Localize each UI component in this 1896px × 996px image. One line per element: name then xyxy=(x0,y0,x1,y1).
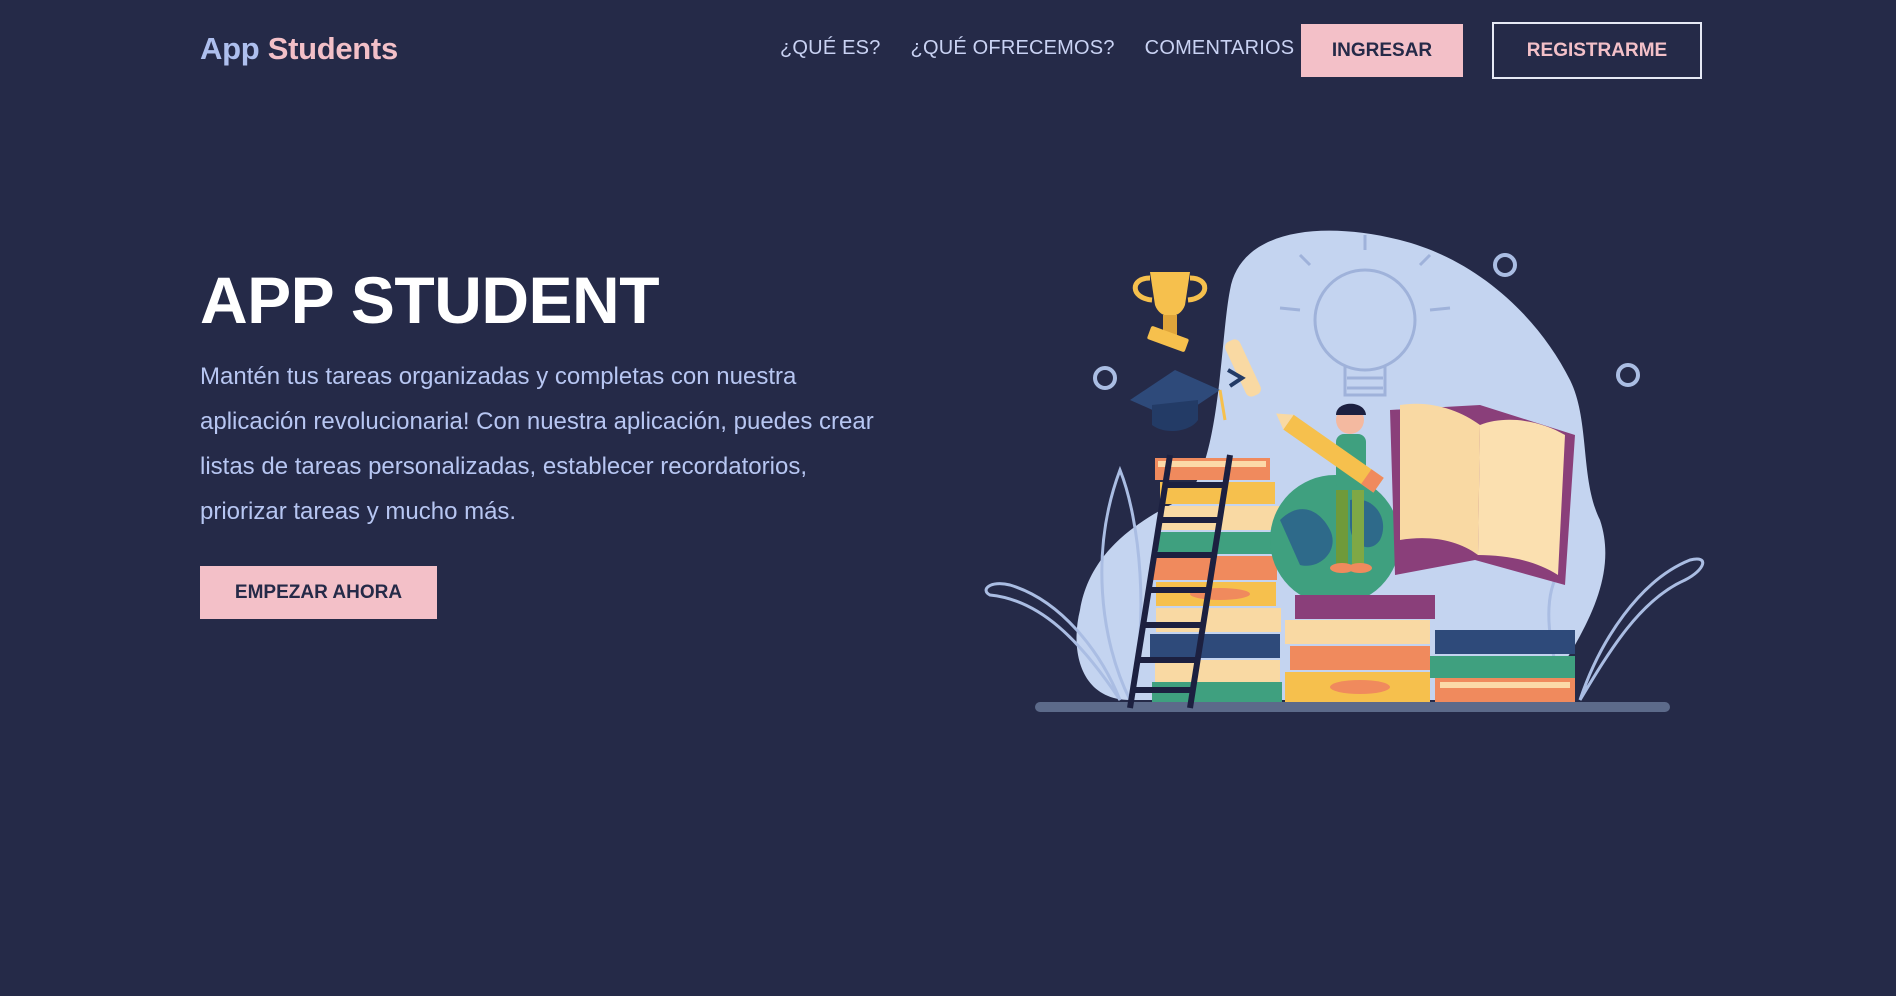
start-now-button[interactable]: EMPEZAR AHORA xyxy=(200,566,437,619)
nav-link-comentarios[interactable]: COMENTARIOS xyxy=(1145,37,1295,60)
hero-description: Mantén tus tareas organizadas y completa… xyxy=(200,363,874,525)
student-with-books-illustration xyxy=(984,230,1704,712)
hero-title: APP STUDENT xyxy=(200,263,660,337)
book-stack-middle xyxy=(1285,595,1435,702)
decor-circle-3 xyxy=(1616,363,1640,387)
open-book-icon xyxy=(1390,403,1575,585)
book-stack-left xyxy=(1150,458,1282,702)
nav-links: ¿QUÉ ES? ¿QUÉ OFRECEMOS? COMENTARIOS xyxy=(780,37,1294,60)
decor-circle-1 xyxy=(1093,366,1117,390)
graduation-cap-icon xyxy=(1130,370,1227,432)
logo-text-students: Students xyxy=(267,31,399,66)
nav-link-que-es[interactable]: ¿QUÉ ES? xyxy=(780,37,881,60)
nav-link-que-ofrecemos[interactable]: ¿QUÉ OFRECEMOS? xyxy=(911,37,1115,60)
decor-circle-2 xyxy=(1493,253,1517,277)
trophy-icon xyxy=(1132,272,1208,352)
register-button[interactable]: REGISTRARME xyxy=(1492,22,1702,79)
globe-icon xyxy=(1270,475,1400,605)
login-button[interactable]: INGRESAR xyxy=(1301,24,1463,77)
top-navbar: App Students ¿QUÉ ES? ¿QUÉ OFRECEMOS? CO… xyxy=(0,0,1896,100)
book-stack-right xyxy=(1430,630,1575,702)
logo-text-app: App xyxy=(200,31,260,66)
logo[interactable]: App Students xyxy=(200,31,398,67)
